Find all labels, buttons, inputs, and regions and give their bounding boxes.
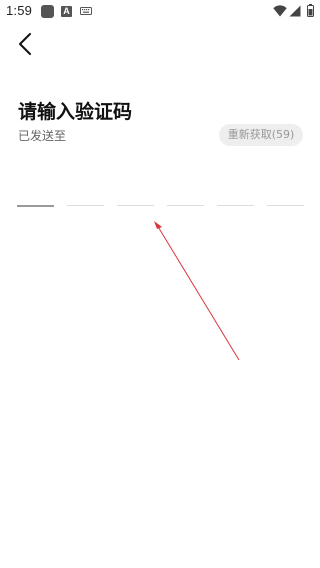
- page-title: 请输入验证码: [18, 101, 133, 123]
- keyboard-icon: [80, 7, 92, 15]
- otp-slot-5[interactable]: [217, 205, 254, 206]
- a-icon: A: [61, 6, 72, 17]
- wifi-icon: [273, 5, 287, 17]
- otp-slot-2[interactable]: [67, 205, 104, 206]
- status-bar: 1:59 A: [0, 0, 320, 24]
- back-button[interactable]: [14, 30, 38, 58]
- otp-slot-3[interactable]: [117, 205, 154, 206]
- battery-icon: [307, 4, 314, 17]
- signal-icon: [289, 5, 301, 17]
- otp-slot-6[interactable]: [267, 205, 304, 206]
- status-time: 1:59: [6, 3, 33, 18]
- resend-code-button[interactable]: 重新获取(59): [219, 124, 303, 146]
- sent-to-label: 已发送至: [18, 129, 67, 143]
- otp-slot-4[interactable]: [167, 205, 204, 206]
- app-icon: [41, 5, 54, 18]
- chevron-left-icon: [19, 33, 31, 55]
- otp-slot-1[interactable]: [17, 205, 54, 207]
- otp-input-row[interactable]: [17, 205, 304, 209]
- annotation-arrow: [154, 221, 240, 361]
